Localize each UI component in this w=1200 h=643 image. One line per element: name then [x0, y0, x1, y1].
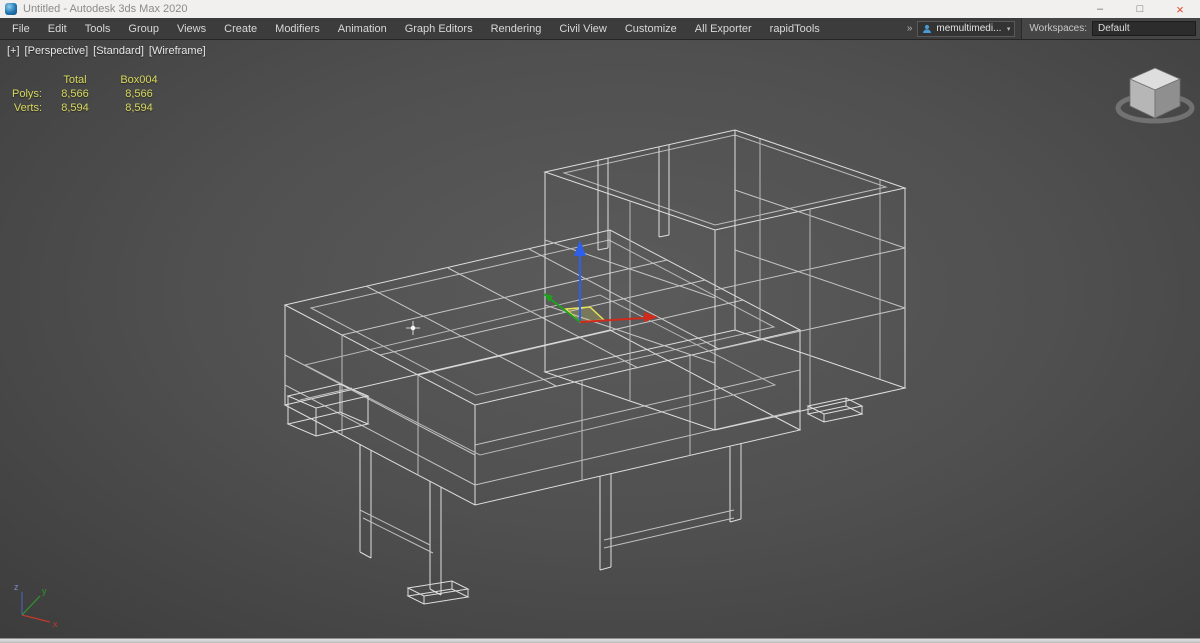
app-window: Untitled - Autodesk 3ds Max 2020 – □ × F…: [0, 0, 1200, 643]
stats-polys-label: Polys:: [12, 88, 42, 100]
window-title: Untitled - Autodesk 3ds Max 2020: [23, 3, 188, 15]
vertex-marker: [406, 321, 420, 335]
menubar-right: » memultimedi... ▾ Workspaces: Default: [902, 18, 1200, 39]
menu-tools[interactable]: Tools: [76, 18, 120, 39]
axis-z-label: z: [14, 582, 19, 592]
menu-items: File Edit Tools Group Views Create Modif…: [0, 18, 829, 39]
menu-civil-view[interactable]: Civil View: [550, 18, 615, 39]
chevron-down-icon: ▾: [1006, 25, 1011, 33]
menu-graph-editors[interactable]: Graph Editors: [396, 18, 482, 39]
menu-edit[interactable]: Edit: [39, 18, 76, 39]
3dsmax-logo-icon: [5, 3, 17, 15]
stats-verts-total: 8,594: [61, 102, 89, 114]
bottom-edge-strip: [0, 638, 1200, 643]
stats-col-object: Box004: [120, 74, 158, 86]
menu-rendering[interactable]: Rendering: [482, 18, 551, 39]
stats-verts-label: Verts:: [13, 102, 42, 114]
viewport-menu-general[interactable]: [+]: [7, 45, 20, 57]
toolbar-overflow-icon[interactable]: »: [902, 23, 918, 34]
perspective-viewport[interactable]: [+] [Perspective] [Standard] [Wireframe]…: [0, 40, 1200, 638]
close-button[interactable]: ×: [1160, 0, 1200, 18]
menu-views[interactable]: Views: [168, 18, 215, 39]
world-axis-tripod: x y z: [14, 582, 58, 629]
menu-customize[interactable]: Customize: [616, 18, 686, 39]
wireframe-model[interactable]: [283, 129, 907, 605]
workspace-panel: Workspaces: Default: [1021, 18, 1200, 39]
window-controls: – □ ×: [1080, 0, 1200, 18]
maximize-button[interactable]: □: [1120, 0, 1160, 18]
user-icon: [923, 24, 932, 33]
menu-all-exporter[interactable]: All Exporter: [686, 18, 761, 39]
statistics-overlay: Total Box004 Polys: 8,566 8,566 Verts: 8…: [6, 73, 174, 115]
menu-rapidtools[interactable]: rapidTools: [761, 18, 829, 39]
stats-col-total: Total: [63, 74, 87, 86]
viewport-canvas[interactable]: x y z: [0, 40, 1200, 638]
workspaces-dropdown[interactable]: Default: [1092, 21, 1196, 36]
menu-animation[interactable]: Animation: [329, 18, 396, 39]
viewport-label: [+] [Perspective] [Standard] [Wireframe]: [7, 45, 206, 57]
axis-y-label: y: [42, 586, 47, 596]
account-dropdown[interactable]: memultimedi... ▾: [917, 20, 1016, 37]
stats-polys-total: 8,566: [61, 88, 89, 100]
viewport-menu-shading[interactable]: [Wireframe]: [149, 45, 206, 57]
menu-modifiers[interactable]: Modifiers: [266, 18, 329, 39]
viewport-menu-standard[interactable]: [Standard]: [93, 45, 144, 57]
minimize-button[interactable]: –: [1080, 0, 1120, 18]
viewport-menu-pov[interactable]: [Perspective]: [25, 45, 89, 57]
axis-x-label: x: [53, 619, 58, 629]
account-name: memultimedi...: [936, 23, 1002, 34]
viewcube[interactable]: [1115, 67, 1195, 124]
menu-group[interactable]: Group: [119, 18, 168, 39]
menu-file[interactable]: File: [3, 18, 39, 39]
stats-polys-object: 8,566: [125, 88, 153, 100]
workspaces-label: Workspaces:: [1029, 23, 1087, 34]
window-titlebar: Untitled - Autodesk 3ds Max 2020 – □ ×: [0, 0, 1200, 18]
menu-create[interactable]: Create: [215, 18, 266, 39]
stats-verts-object: 8,594: [125, 102, 153, 114]
menu-bar: File Edit Tools Group Views Create Modif…: [0, 18, 1200, 40]
